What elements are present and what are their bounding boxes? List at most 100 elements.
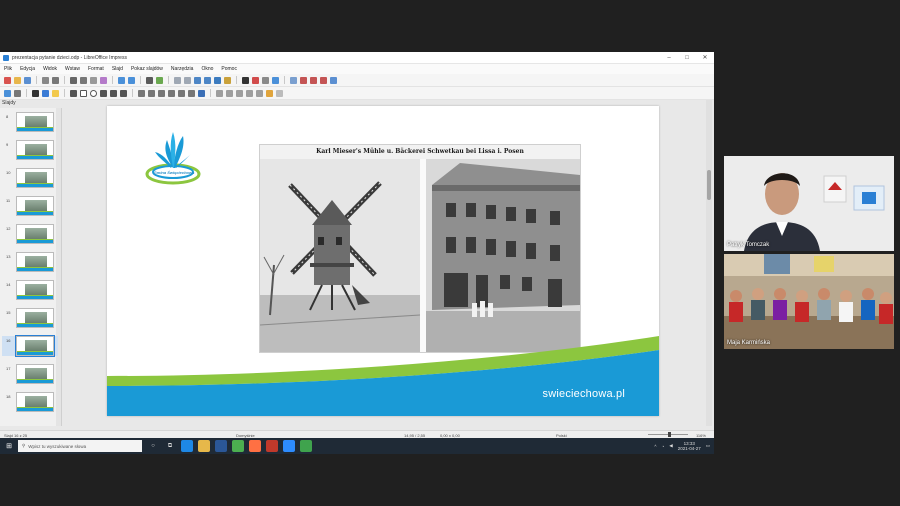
close-button[interactable]: ✕ bbox=[696, 54, 714, 61]
menu-insert[interactable]: Wstaw bbox=[65, 66, 80, 72]
slide-thumbnail-item[interactable]: 17 bbox=[2, 364, 58, 384]
new-document-icon[interactable] bbox=[4, 76, 11, 84]
tray-chevron-icon[interactable]: ^ bbox=[654, 444, 656, 449]
participant-video-tile[interactable]: Maja Karmińska bbox=[724, 254, 894, 349]
filter-icon[interactable] bbox=[266, 89, 273, 97]
arrow-icon[interactable] bbox=[100, 89, 107, 97]
cortana-icon[interactable]: ○ bbox=[147, 440, 159, 452]
helplines-icon[interactable] bbox=[184, 76, 191, 84]
new-slide-icon[interactable] bbox=[300, 76, 307, 84]
insert-hyperlink-icon[interactable] bbox=[272, 76, 279, 84]
block-arrows-icon[interactable] bbox=[158, 89, 165, 97]
slide-thumbnail-item[interactable]: 11 bbox=[2, 196, 58, 216]
insert-table-icon[interactable] bbox=[214, 76, 221, 84]
line-icon[interactable] bbox=[70, 89, 77, 97]
select-icon[interactable] bbox=[4, 89, 11, 97]
slide-thumbnail-item[interactable]: 8 bbox=[2, 112, 58, 132]
spelling-icon[interactable] bbox=[156, 76, 163, 84]
insert-chart-icon[interactable] bbox=[204, 76, 211, 84]
word-icon[interactable] bbox=[215, 440, 227, 452]
menu-edit[interactable]: Edycja bbox=[20, 66, 35, 72]
firefox-icon[interactable] bbox=[249, 440, 261, 452]
fill-color-icon[interactable] bbox=[52, 89, 59, 97]
slide-thumbnail-item[interactable]: 18 bbox=[2, 392, 58, 412]
duplicate-slide-icon[interactable] bbox=[310, 76, 317, 84]
callouts-icon[interactable] bbox=[178, 89, 185, 97]
chrome-icon[interactable] bbox=[232, 440, 244, 452]
menu-slideshow[interactable]: Pokaz slajdów bbox=[131, 66, 163, 72]
toggle-extrusion-icon[interactable] bbox=[276, 89, 283, 97]
historic-photo[interactable]: Karl Mieser's Mühle u. Bäckerei Schwetka… bbox=[259, 144, 581, 353]
delete-slide-icon[interactable] bbox=[320, 76, 327, 84]
volume-icon[interactable]: ◀ bbox=[669, 443, 672, 449]
slide-thumbnail-item[interactable]: 10 bbox=[2, 168, 58, 188]
rectangle-icon[interactable] bbox=[80, 89, 87, 97]
symbol-shapes-icon[interactable] bbox=[148, 89, 155, 97]
task-view-icon[interactable]: ⧉ bbox=[164, 440, 176, 452]
insert-image-icon[interactable] bbox=[194, 76, 201, 84]
fontwork-icon[interactable] bbox=[252, 76, 259, 84]
line-color-icon[interactable] bbox=[42, 89, 49, 97]
edge-icon[interactable] bbox=[181, 440, 193, 452]
export-pdf-icon[interactable] bbox=[42, 76, 49, 84]
menu-tools[interactable]: Narzędzia bbox=[171, 66, 194, 72]
save-icon[interactable] bbox=[24, 76, 31, 84]
find-replace-icon[interactable] bbox=[146, 76, 153, 84]
taskbar-clock[interactable]: 13:33 2021-04-27 bbox=[678, 441, 701, 451]
impress-taskbar-icon[interactable] bbox=[266, 440, 278, 452]
network-icon[interactable]: ◔ bbox=[662, 444, 665, 449]
menu-window[interactable]: Okno bbox=[201, 66, 213, 72]
menu-file[interactable]: Plik bbox=[4, 66, 12, 72]
maximize-button[interactable]: □ bbox=[678, 55, 696, 61]
stars-icon[interactable] bbox=[188, 89, 195, 97]
taskbar-search-input[interactable]: ⚲ Wpisz tu wyszukiwane słowa bbox=[18, 440, 142, 452]
zoom-icon[interactable] bbox=[14, 89, 21, 97]
rotate-icon[interactable] bbox=[216, 89, 223, 97]
text-icon[interactable] bbox=[32, 89, 39, 97]
media-player-icon[interactable] bbox=[300, 440, 312, 452]
basic-shapes-icon[interactable] bbox=[138, 89, 145, 97]
undo-icon[interactable] bbox=[118, 76, 125, 84]
arrange-icon[interactable] bbox=[236, 89, 243, 97]
insert-special-character-icon[interactable] bbox=[262, 76, 269, 84]
canvas-vertical-scrollbar[interactable] bbox=[706, 100, 712, 426]
windows-start-icon[interactable]: ⊞ bbox=[0, 438, 18, 454]
ellipse-icon[interactable] bbox=[90, 89, 97, 97]
zoom-app-icon[interactable] bbox=[283, 440, 295, 452]
flowchart-icon[interactable] bbox=[168, 89, 175, 97]
open-icon[interactable] bbox=[14, 76, 21, 84]
redo-icon[interactable] bbox=[128, 76, 135, 84]
insert-textbox-icon[interactable] bbox=[242, 76, 249, 84]
insert-media-icon[interactable] bbox=[224, 76, 231, 84]
slide-thumbnail-item[interactable]: 14 bbox=[2, 280, 58, 300]
menu-help[interactable]: Pomoc bbox=[221, 66, 237, 72]
menu-format[interactable]: Format bbox=[88, 66, 104, 72]
scrollbar-thumb[interactable] bbox=[707, 170, 711, 200]
curve-icon[interactable] bbox=[110, 89, 117, 97]
zoom-slider-knob[interactable] bbox=[668, 432, 671, 437]
slide-thumbnail-item[interactable]: 15 bbox=[2, 308, 58, 328]
slide-thumbnail-item[interactable]: 13 bbox=[2, 252, 58, 272]
current-slide[interactable]: Gmina Święciechowa Karl Mieser's Mühle u… bbox=[107, 106, 659, 416]
connector-icon[interactable] bbox=[120, 89, 127, 97]
3d-objects-icon[interactable] bbox=[198, 89, 205, 97]
paste-icon[interactable] bbox=[90, 76, 97, 84]
participant-video-tile[interactable]: Patryk Tomczak bbox=[724, 156, 894, 251]
menu-slide[interactable]: Slajd bbox=[112, 66, 123, 72]
slide-thumbnail-item[interactable]: 16 bbox=[2, 335, 58, 357]
align-icon[interactable] bbox=[226, 89, 233, 97]
file-explorer-icon[interactable] bbox=[198, 440, 210, 452]
shadow-icon[interactable] bbox=[246, 89, 253, 97]
slide-thumbnail-item[interactable]: 9 bbox=[2, 140, 58, 160]
menu-view[interactable]: Widok bbox=[43, 66, 57, 72]
start-slideshow-icon[interactable] bbox=[290, 76, 297, 84]
copy-icon[interactable] bbox=[80, 76, 87, 84]
notifications-icon[interactable]: ▭ bbox=[706, 443, 710, 449]
crop-icon[interactable] bbox=[256, 89, 263, 97]
cut-icon[interactable] bbox=[70, 76, 77, 84]
display-grid-icon[interactable] bbox=[174, 76, 181, 84]
slide-layout-icon[interactable] bbox=[330, 76, 337, 84]
minimize-button[interactable]: – bbox=[660, 55, 678, 61]
print-icon[interactable] bbox=[52, 76, 59, 84]
clone-format-icon[interactable] bbox=[100, 76, 107, 84]
